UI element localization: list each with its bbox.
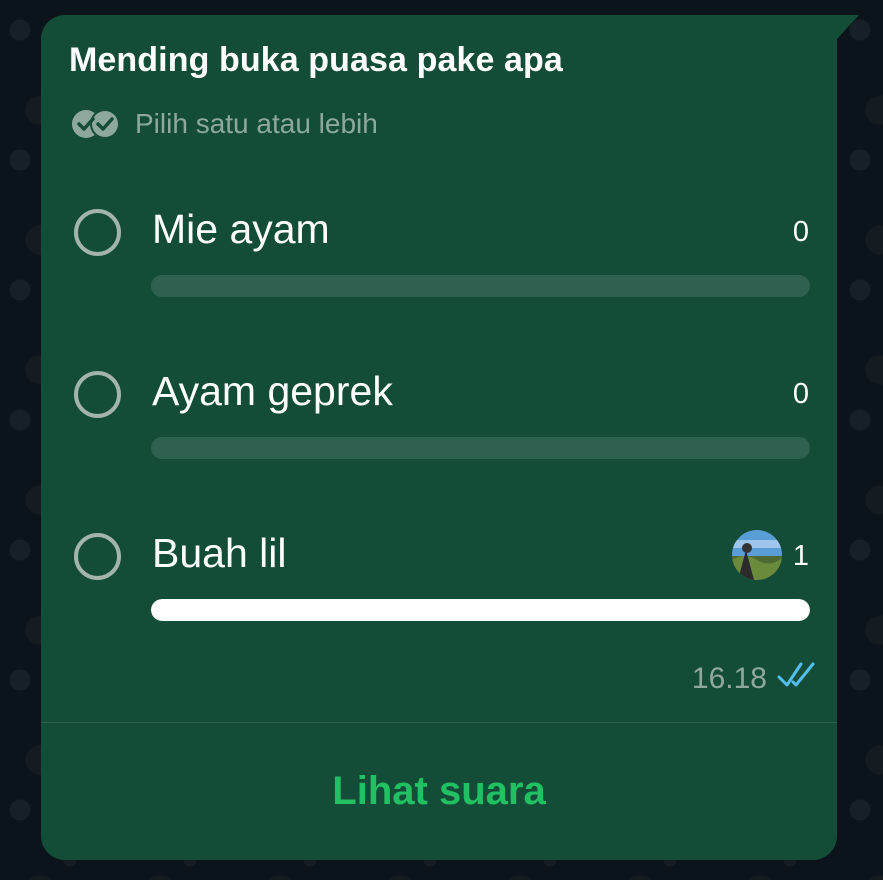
poll-option[interactable]: Mie ayam 0 [41,200,837,320]
option-vote-count: 0 [792,378,809,410]
view-votes-button[interactable]: Lihat suara [41,723,837,860]
option-vote-count: 1 [792,540,809,572]
poll-hint: Pilih satu atau lebih [71,108,378,140]
voter-avatar[interactable] [732,530,782,580]
option-radio[interactable] [74,533,121,580]
bubble-tail [837,15,859,39]
poll-option[interactable]: Ayam geprek 0 [41,362,837,482]
option-radio[interactable] [74,371,121,418]
poll-message-bubble[interactable]: Mending buka puasa pake apa Pilih satu a… [41,15,859,860]
multi-select-check-icon [71,108,121,140]
message-meta: 16.18 [692,660,823,698]
poll-question: Mending buka puasa pake apa [69,41,563,79]
poll-hint-text: Pilih satu atau lebih [135,108,378,139]
option-label: Mie ayam [152,206,330,252]
option-vote-count: 0 [792,216,809,248]
message-time: 16.18 [691,662,767,695]
option-label: Buah lil [152,530,287,576]
option-label: Ayam geprek [152,368,393,414]
option-progress-bar [151,275,810,297]
poll-option[interactable]: Buah lil 1 [41,524,837,644]
option-radio[interactable] [74,209,121,256]
option-progress-fill [151,599,810,621]
option-progress-bar [151,437,810,459]
option-progress-bar [151,599,810,621]
double-check-read-icon [777,660,823,698]
